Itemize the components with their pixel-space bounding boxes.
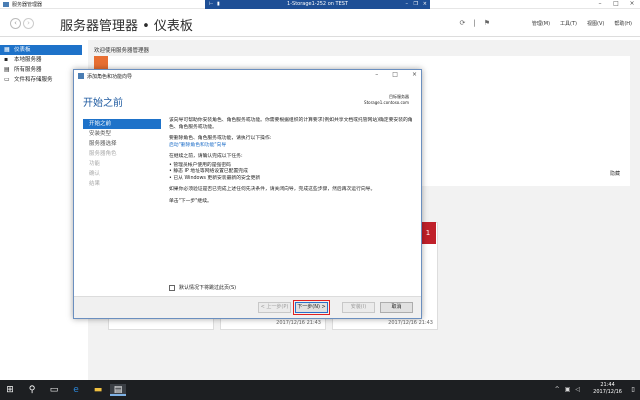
windows-start-icon[interactable]: ⊞ [4, 384, 16, 396]
clock[interactable]: 21:44 2017/12/16 [593, 382, 622, 396]
remote-desktop-bar: ⊢ ▮ 1-Storage1-252 on TEST – ❐ × [205, 0, 430, 9]
maximize-icon[interactable]: □ [608, 0, 624, 9]
clock-time: 21:44 [600, 382, 615, 388]
task-view-icon[interactable]: ▭ [48, 384, 60, 396]
verify-text: 如果你必须验证是否已完成上述任何先决条件，请关闭向导，完成这些步骤，然后再次运行… [169, 187, 376, 192]
header-icons: ⟳ | ⚑ [459, 19, 490, 27]
refresh-icon[interactable]: ⟳ [459, 19, 465, 27]
remote-session-title: 1-Storage1-252 on TEST [287, 1, 348, 7]
prereq-list: • 管理员帐户使用的是强密码 • 静态 IP 地址等网络设置已配置完成 • 已从… [169, 163, 414, 183]
wizard-close-icon[interactable]: × [412, 71, 417, 78]
sidebar-item-label: 仪表板 [14, 47, 31, 53]
wizard-titlebar: 添加角色和功能向导 – □ × [74, 70, 421, 82]
hide-link[interactable]: 隐藏 [610, 170, 620, 177]
notifications-icon[interactable]: ▯ [628, 384, 638, 396]
server-manager-taskbar-icon[interactable]: ▤ [110, 384, 126, 396]
separator-icon: | [473, 19, 476, 27]
system-tray: ^ ▣ ◁ [555, 386, 580, 393]
step-installation-type[interactable]: 安装类型 [83, 129, 161, 139]
welcome-title: 欢迎使用服务器管理器 [94, 48, 150, 54]
wizard-steps: 开始之前 安装类型 服务器选择 服务器角色 功能 确认 结果 [83, 119, 161, 189]
menu-view[interactable]: 视图(V) [587, 20, 604, 27]
ie-browser-icon[interactable]: e [70, 384, 82, 396]
step-results: 结果 [89, 181, 101, 187]
server-icon: ▪ [4, 56, 9, 63]
page-title: 服务器管理器 • 仪表板 [60, 19, 193, 34]
sidebar-item-label: 本地服务器 [14, 57, 42, 63]
servers-icon: ▤ [4, 66, 10, 73]
file-explorer-icon[interactable]: ▬ [92, 384, 104, 396]
forward-button[interactable]: › [23, 18, 34, 29]
menu-help[interactable]: 帮助(H) [614, 20, 632, 27]
install-button[interactable]: 安装(I) [342, 302, 375, 313]
next-button[interactable]: 下一步(N) > [295, 302, 328, 313]
step-confirmation: 确认 [89, 171, 101, 177]
network-icon[interactable]: ▣ [565, 386, 571, 393]
rd-restore-icon[interactable]: ❐ [414, 1, 418, 7]
sidebar-item-local-server[interactable]: ▪ 本地服务器 [0, 55, 82, 65]
target-server-info: 目标服务器 Storage1.contoso.com [364, 94, 409, 106]
remove-wizard-link[interactable]: 启动"删除角色和功能"向导 [169, 143, 414, 150]
intro-text: 该向导可帮助你安装角色、角色服务或功能。你需要根据组织的计算要求(例如共享文档或… [169, 118, 413, 130]
sidebar-item-dashboard[interactable]: ▦ 仪表板 [0, 45, 82, 55]
confirm-text: 在继续之前，请确认完成以下任务: [169, 154, 243, 159]
dashboard-icon: ▦ [4, 46, 10, 53]
wizard-maximize-icon[interactable]: □ [392, 71, 398, 78]
wizard-minimize-icon[interactable]: – [375, 71, 378, 78]
close-icon[interactable]: × [624, 0, 640, 9]
window-controls: – □ × [592, 0, 640, 9]
sidebar-item-file-storage[interactable]: ▭ 文件和存储服务 › [0, 75, 82, 85]
wizard-title: 添加角色和功能向导 [87, 74, 133, 80]
tile-timestamp: 2017/12/16 21:43 [276, 320, 321, 326]
server-manager-icon [3, 2, 9, 7]
previous-button[interactable]: < 上一步(P) [258, 302, 291, 313]
page-header: ‹ › 服务器管理器 • 仪表板 ⟳ | ⚑ 管理(M) 工具(T) 视图(V)… [0, 9, 640, 37]
header-menu: 管理(M) 工具(T) 视图(V) 帮助(H) [532, 20, 632, 27]
menu-tools[interactable]: 工具(T) [560, 20, 577, 27]
skip-page-checkbox[interactable] [169, 284, 175, 291]
taskbar: ⊞ ⚲ ▭ e ▬ ▤ ^ ▣ ◁ 21:44 2017/12/16 ▯ [0, 380, 640, 400]
wizard-content: 该向导可帮助你安装角色、角色服务或功能。你需要根据组织的计算要求(例如共享文档或… [169, 118, 414, 210]
step-before-you-begin[interactable]: 开始之前 [83, 119, 161, 129]
window-title: 服务器管理器 [12, 2, 43, 8]
skip-page-label[interactable]: 默认情况下将跳过此页(S) [179, 284, 236, 291]
add-roles-wizard-dialog: 添加角色和功能向导 – □ × 开始之前 目标服务器 Storage1.cont… [73, 69, 422, 319]
wizard-icon [78, 73, 84, 79]
wizard-window-controls: – □ × [375, 71, 417, 78]
search-icon[interactable]: ⚲ [26, 384, 38, 396]
chevron-up-icon[interactable]: ^ [555, 386, 560, 393]
sidebar: ▦ 仪表板 ▪ 本地服务器 ▤ 所有服务器 ▭ 文件和存储服务 › [0, 45, 82, 380]
storage-icon: ▭ [4, 76, 10, 83]
alert-count-badge[interactable]: 1 [420, 222, 436, 244]
target-server-name: Storage1.contoso.com [364, 100, 409, 105]
sidebar-item-all-servers[interactable]: ▤ 所有服务器 [0, 65, 82, 75]
continue-text: 单击"下一步"继续。 [169, 198, 212, 204]
wizard-footer: < 上一步(P) 下一步(N) > 安装(I) 取消 [74, 296, 421, 318]
step-features: 功能 [89, 161, 101, 167]
notification-flag-icon[interactable]: ⚑ [484, 19, 490, 27]
clock-date: 2017/12/16 [593, 389, 622, 395]
menu-manage[interactable]: 管理(M) [532, 20, 550, 27]
tile-timestamp: 2017/12/16 21:43 [388, 320, 433, 326]
wizard-heading: 开始之前 [83, 98, 123, 109]
cancel-button[interactable]: 取消 [380, 302, 413, 313]
sidebar-item-label: 所有服务器 [14, 67, 42, 73]
rd-close-icon[interactable]: × [423, 1, 427, 7]
step-server-selection[interactable]: 服务器选择 [83, 139, 161, 149]
skip-page-row: 默认情况下将跳过此页(S) [169, 284, 236, 291]
volume-icon[interactable]: ◁ [575, 386, 580, 393]
sidebar-item-label: 文件和存储服务 [14, 77, 53, 83]
list-item: • 已从 Windows 更新安装最新的安全更新 [169, 175, 261, 181]
rd-minimize-icon[interactable]: – [406, 1, 409, 7]
back-button[interactable]: ‹ [10, 18, 21, 29]
step-server-roles: 服务器角色 [89, 151, 117, 157]
minimize-icon[interactable]: – [592, 0, 608, 9]
